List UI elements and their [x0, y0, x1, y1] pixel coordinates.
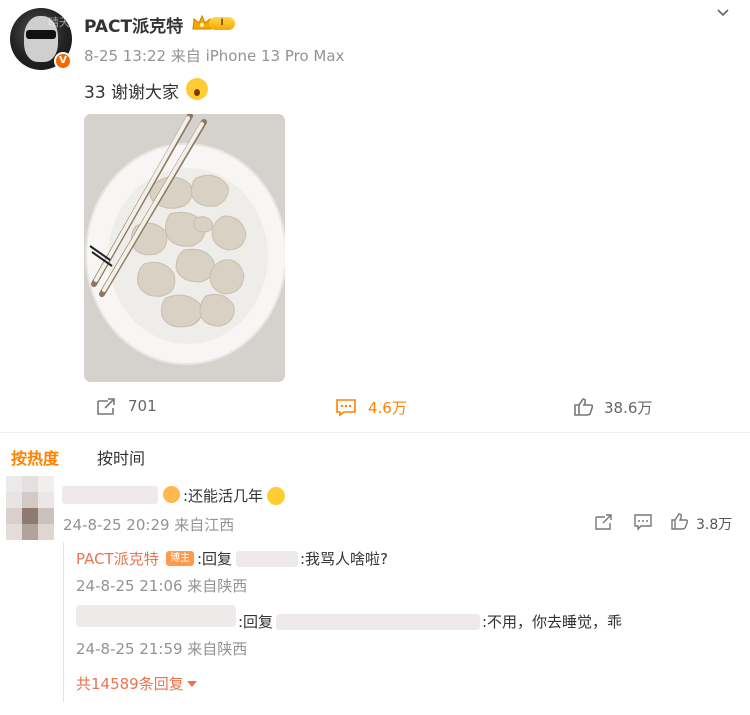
- like-count: 38.6万: [604, 399, 653, 417]
- pixel: [6, 492, 22, 508]
- author-tag-badge: 博主: [166, 551, 194, 566]
- surprised-emoji-icon: [186, 78, 208, 100]
- vip-level: I: [209, 17, 235, 30]
- reply-text: :不用，你去睡觉，乖: [482, 613, 623, 631]
- pixel: [38, 508, 54, 524]
- repost-icon: [97, 398, 115, 415]
- comment-count: 4.6万: [368, 399, 407, 417]
- comment-meta: 24-8-25 20:29 来自江西: [63, 516, 235, 534]
- commenter-avatar[interactable]: [6, 476, 54, 540]
- redacted-reply-author: [76, 605, 236, 627]
- author-name[interactable]: PACT派克特: [84, 12, 183, 37]
- pixel: [6, 524, 22, 540]
- avatar-watermark: 晴天: [48, 16, 70, 29]
- replies-total: 共14589条回复: [76, 675, 184, 693]
- repost-icon: [595, 514, 612, 530]
- vip-badge[interactable]: I: [191, 14, 237, 32]
- comment-reply-button[interactable]: [633, 513, 653, 533]
- pixel: [6, 508, 22, 524]
- divider: [0, 432, 750, 433]
- redacted-commenter-name: [62, 486, 158, 504]
- post-image[interactable]: [84, 114, 285, 382]
- pixel: [22, 492, 38, 508]
- tab-sort-time[interactable]: 按时间: [97, 445, 145, 469]
- pixel: [22, 524, 38, 540]
- comment-button[interactable]: 4.6万: [335, 396, 425, 418]
- repost-button[interactable]: 701: [95, 396, 175, 418]
- reply-prefix: :回复: [238, 613, 274, 631]
- tab-sort-hot[interactable]: 按热度: [11, 445, 59, 469]
- reply-meta: 24-8-25 21:59 来自陕西: [76, 640, 248, 658]
- comment-like-button[interactable]: 3.8万: [670, 513, 738, 533]
- pixel: [22, 508, 38, 524]
- repost-count: 701: [128, 397, 157, 415]
- laughing-emoji-icon: [267, 487, 285, 505]
- pixel: [38, 524, 54, 540]
- post-text: 33 谢谢大家: [84, 83, 180, 103]
- comment-text: :还能活几年: [183, 487, 264, 505]
- thumbs-up-icon: [574, 398, 594, 416]
- chevron-down-icon[interactable]: [716, 6, 730, 20]
- caret-down-icon: [186, 681, 197, 687]
- dumplings-photo: [84, 114, 285, 382]
- post-meta: 8-25 13:22 来自 iPhone 13 Pro Max: [84, 47, 345, 65]
- avatar-sunglasses: [26, 30, 56, 39]
- redacted-reply-target: [276, 614, 480, 630]
- reply-prefix: :回复: [197, 550, 233, 568]
- comment-icon: [634, 514, 652, 531]
- thumbs-up-icon: [671, 513, 689, 530]
- like-button[interactable]: 38.6万: [573, 396, 673, 418]
- comment-icon: [336, 399, 356, 417]
- view-all-replies-link[interactable]: 共14589条回复: [76, 673, 197, 694]
- pixel: [22, 476, 38, 492]
- pixel: [6, 476, 22, 492]
- pixel: [38, 476, 54, 492]
- pixel: [38, 492, 54, 508]
- reply-text: :我骂人啥啦?: [300, 550, 389, 568]
- comment-repost-button[interactable]: [594, 513, 614, 533]
- crown-emoji-icon: [163, 486, 180, 503]
- reply-author-name[interactable]: PACT派克特: [76, 548, 159, 569]
- redacted-reply-target: [236, 551, 298, 567]
- verified-badge-icon: V: [54, 52, 72, 70]
- comment-like-count: 3.8万: [696, 517, 733, 533]
- reply-meta: 24-8-25 21:06 来自陕西: [76, 577, 248, 595]
